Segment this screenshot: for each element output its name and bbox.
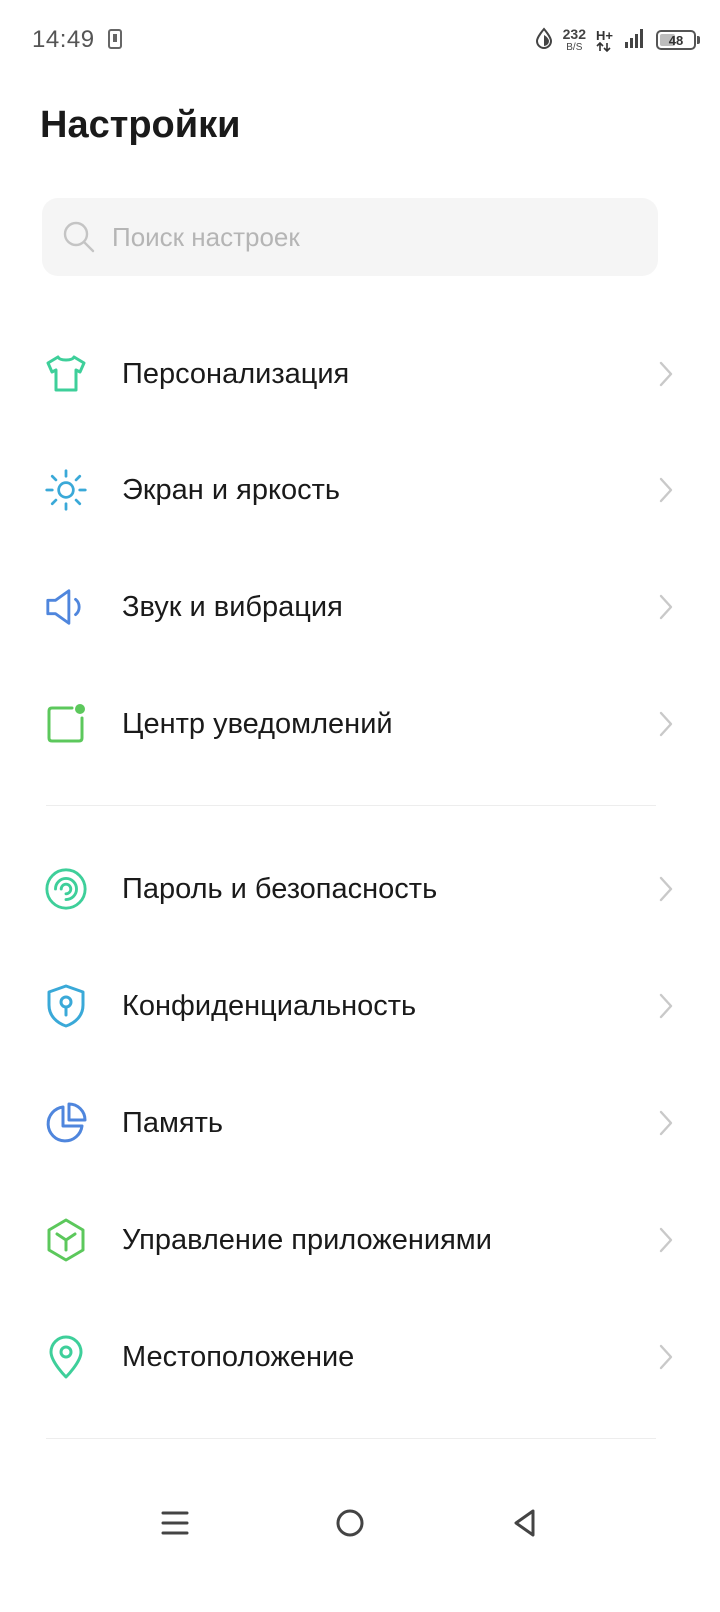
settings-item-storage[interactable]: Память — [0, 1071, 720, 1175]
back-button[interactable] — [495, 1500, 555, 1550]
page-title: Настройки — [40, 104, 241, 146]
settings-item-label: Персонализация — [122, 357, 350, 390]
settings-item-privacy[interactable]: Конфиденциальность — [0, 954, 720, 1058]
recent-apps-button[interactable] — [145, 1500, 205, 1550]
home-circle-icon — [335, 1508, 365, 1543]
network-speed: 232 B/S — [563, 27, 586, 53]
network-type: H+ — [596, 29, 614, 52]
search-icon — [62, 220, 96, 259]
search-input[interactable] — [112, 198, 642, 276]
settings-item-label: Конфиденциальность — [122, 989, 417, 1022]
home-button[interactable] — [320, 1500, 380, 1550]
battery-tip — [697, 36, 700, 44]
settings-item-label: Память — [122, 1106, 224, 1139]
status-bar: 14:49 232 B/S H+ 48 — [0, 0, 720, 80]
chevron-right-icon — [656, 360, 676, 388]
search-box[interactable] — [42, 198, 658, 276]
settings-item-display[interactable]: Экран и яркость — [0, 438, 720, 542]
settings-item-location[interactable]: Местоположение — [0, 1305, 720, 1409]
section-divider — [46, 1438, 656, 1439]
chevron-right-icon — [656, 875, 676, 903]
chevron-right-icon — [656, 1226, 676, 1254]
cube-icon — [44, 1218, 88, 1262]
sim-card-icon — [108, 29, 122, 54]
notification-icon — [44, 702, 88, 746]
network-speed-value: 232 — [562, 26, 586, 42]
status-indicators: 232 B/S H+ 48 — [535, 22, 700, 58]
chevron-right-icon — [656, 1109, 676, 1137]
signal-strength-icon — [624, 27, 646, 54]
settings-item-label: Звук и вибрация — [122, 590, 343, 623]
location-pin-icon — [44, 1335, 88, 1379]
tshirt-icon — [44, 352, 88, 396]
menu-icon — [160, 1509, 190, 1542]
section-divider — [46, 805, 656, 806]
settings-item-label: Местоположение — [122, 1340, 355, 1373]
settings-item-notifications[interactable]: Центр уведомлений — [0, 672, 720, 776]
battery-level: 48 — [668, 32, 684, 48]
back-triangle-icon — [511, 1507, 539, 1544]
data-saver-icon — [535, 26, 553, 54]
settings-item-app-management[interactable]: Управление приложениями — [0, 1188, 720, 1292]
fingerprint-icon — [44, 867, 88, 911]
speaker-icon — [44, 585, 88, 629]
pie-chart-icon — [44, 1101, 88, 1145]
network-type-label: H+ — [596, 27, 613, 43]
network-speed-unit: B/S — [566, 42, 583, 53]
settings-item-sound[interactable]: Звук и вибрация — [0, 555, 720, 659]
chevron-right-icon — [656, 1343, 676, 1371]
chevron-right-icon — [656, 593, 676, 621]
chevron-right-icon — [656, 710, 676, 738]
status-time: 14:49 — [32, 26, 95, 53]
shield-icon — [44, 984, 88, 1028]
battery-indicator: 48 — [656, 30, 700, 50]
data-arrows-icon — [596, 41, 611, 52]
settings-item-label: Управление приложениями — [122, 1223, 492, 1256]
settings-item-personalization[interactable]: Персонализация — [0, 322, 720, 426]
chevron-right-icon — [656, 992, 676, 1020]
settings-item-password-security[interactable]: Пароль и безопасность — [0, 837, 720, 941]
battery-icon: 48 — [656, 30, 696, 50]
chevron-right-icon — [656, 476, 676, 504]
navigation-bar — [0, 1480, 720, 1570]
sun-icon — [44, 468, 88, 512]
settings-item-label: Экран и яркость — [122, 473, 340, 506]
settings-item-label: Пароль и безопасность — [122, 872, 438, 905]
settings-item-label: Центр уведомлений — [122, 707, 393, 740]
